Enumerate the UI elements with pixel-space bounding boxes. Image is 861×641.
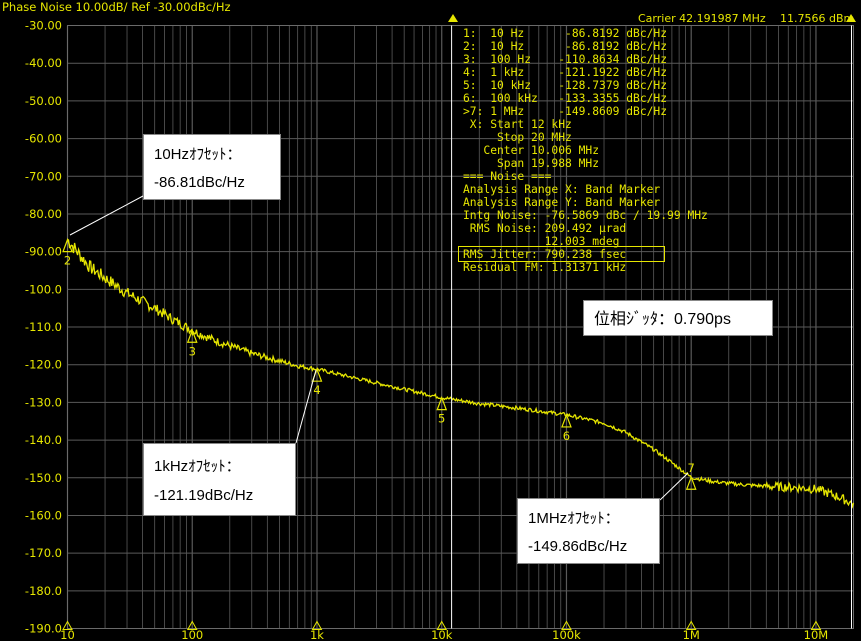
marker-table-line: Stop 20 MHz [463,131,572,144]
y-axis-ticks: -30.00 -40.00 -50.00 -60.00 -70.00 -80.00 -90.… [25,19,62,636]
marker-7-label: 7 [688,461,695,475]
marker-table-line: Span 19.988 MHz [463,157,599,170]
y-tick-label: -90.00 [25,245,62,259]
callout-10hz-title: 10Hzｵﾌｾｯﾄ： [154,146,242,163]
band-start-indicator [448,14,458,22]
marker-table-line: Center 10.006 MHz [463,144,599,157]
callout-10hz-leader [69,195,144,236]
callout-1mhz-leader [659,472,689,501]
chart-title: Phase Noise 10.00dB/ Ref -30.00dBc/Hz [2,0,231,14]
marker-table: 1: 10 Hz -86.8192 dBc/Hz2: 10 Hz -86.819… [463,27,708,274]
marker-table-line: RMS Jitter: 790.238 fsec [463,248,626,261]
marker-table-line: RMS Noise: 209.492 µrad [463,222,626,235]
marker-2-label: 2 [64,254,71,268]
y-tick-label: -130.0 [25,395,62,409]
y-tick-label: -180.0 [25,584,62,598]
y-tick-label: -110.0 [25,320,62,334]
marker-5-label: 5 [438,412,445,426]
marker-table-line: 2: 10 Hz -86.8192 dBc/Hz [463,40,667,53]
y-tick-label: -70.00 [25,169,62,183]
callout-1khz-value: -121.19dBc/Hz [154,487,254,504]
marker-table-line: 3: 100 Hz -110.8634 dBc/Hz [463,53,667,66]
callout-1khz: 1kHzｵﾌｾｯﾄ： -121.19dBc/Hz [143,443,296,516]
y-tick-label: -140.0 [25,433,62,447]
y-tick-label: -50.00 [25,94,62,108]
callout-jitter: 位相ｼﾞｯﾀ：0.790ps [583,300,773,336]
marker-table-line: Intg Noise: -76.5869 dBc / 19.99 MHz [463,209,708,222]
y-tick-label: -150.0 [25,471,62,485]
marker-table-line: >7: 1 MHz -149.8609 dBc/Hz [463,105,667,118]
marker-table-line: Analysis Range X: Band Marker [463,183,660,196]
y-tick-label: -40.00 [25,56,62,70]
marker-3-label: 3 [189,344,196,358]
y-tick-label: -160.0 [25,508,62,522]
marker-table-line: 4: 1 kHz -121.1922 dBc/Hz [463,66,667,79]
y-tick-label: -80.00 [25,207,62,221]
marker-table-line: Residual FM: 1.31371 kHz [463,261,626,274]
carrier-frequency: Carrier 42.191987 MHz [638,12,766,25]
carrier-level: 11.7566 dBm [780,12,854,25]
marker-table-line: 6: 100 kHz -133.3355 dBc/Hz [463,92,667,105]
marker-table-line: === Noise === [463,170,552,183]
marker-table-line: X: Start 12 kHz [463,118,572,131]
marker-table-line: Analysis Range Y: Band Marker [463,196,660,209]
callout-10hz: 10Hzｵﾌｾｯﾄ： -86.81dBc/Hz [143,134,281,200]
y-tick-label: -60.00 [25,132,62,146]
callout-1khz-title: 1kHzｵﾌｾｯﾄ： [154,458,241,475]
y-tick-label: -120.0 [25,358,62,372]
y-tick-label: -190.0 [25,622,62,636]
marker-table-line: 5: 10 kHz -128.7379 dBc/Hz [463,79,667,92]
y-tick-label: -170.0 [25,546,62,560]
callout-1mhz-title: 1MHzｵﾌｾｯﾄ： [528,510,620,527]
callout-1mhz-value: -149.86dBc/Hz [528,538,628,555]
callout-1khz-leader [295,369,317,444]
callout-1mhz: 1MHzｵﾌｾｯﾄ： -149.86dBc/Hz [517,498,660,564]
y-tick-label: -100.0 [25,282,62,296]
marker-table-line: 1: 10 Hz -86.8192 dBc/Hz [463,27,667,40]
callout-10hz-value: -86.81dBc/Hz [154,174,245,191]
marker-6-label: 6 [563,429,570,443]
marker-4-label: 4 [313,383,320,397]
callout-jitter-text: 位相ｼﾞｯﾀ：0.790ps [594,311,731,328]
y-tick-label: -30.00 [25,19,62,33]
